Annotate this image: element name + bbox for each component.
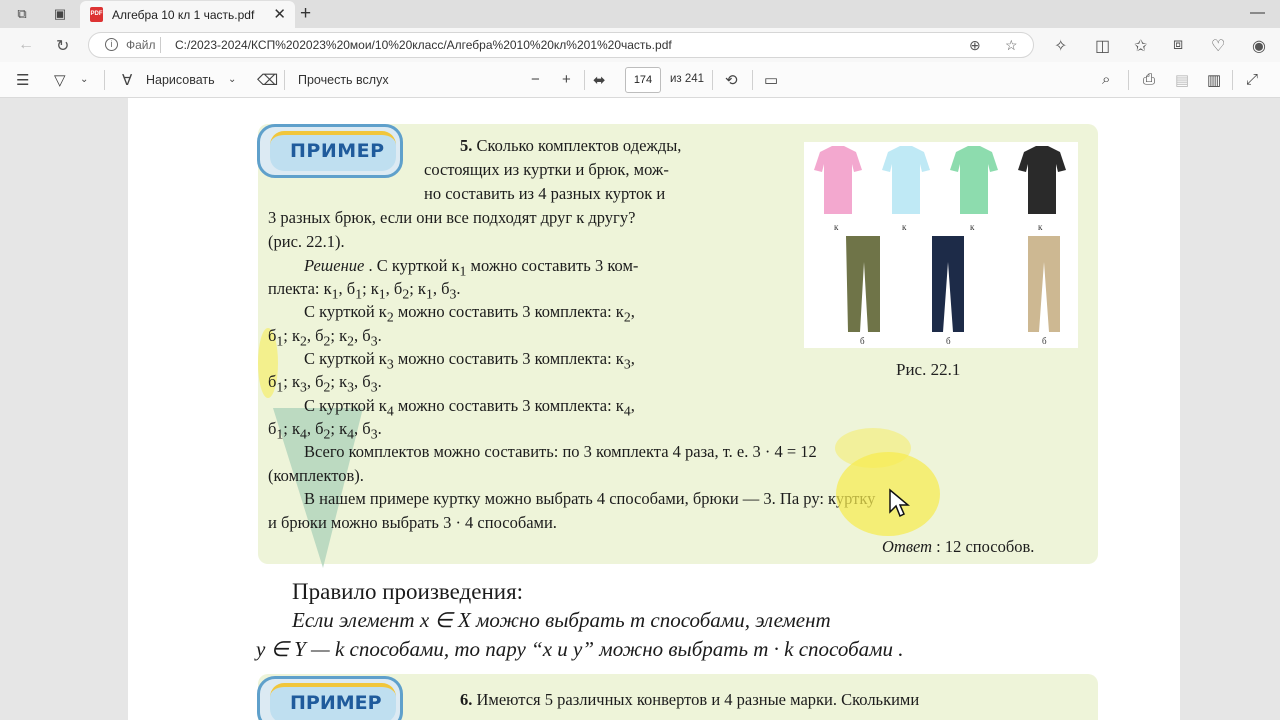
example-badge-6: ПРИМЕР	[257, 676, 403, 720]
address-bar[interactable]: i Файл C:/2023-2024/КСП%202023%20мои/10%…	[88, 32, 1034, 58]
figure-label-b3: б	[1042, 336, 1047, 346]
example-5-line: 5. Сколько комплектов одежды,	[460, 136, 682, 155]
favorite-star-icon[interactable]: ☆	[1005, 37, 1018, 54]
pdf-toolbar: ☰ ▽ ⌄ ∀ Нарисовать ⌄ ⌫ Прочесть вслух − …	[0, 62, 1280, 98]
shirt-lightblue-icon	[882, 146, 930, 214]
figure-22-1: к к к к б б б	[804, 142, 1078, 348]
total-pages-label: из 241	[670, 73, 705, 85]
example-6-text: 6. Имеются 5 различных конвертов и 4 раз…	[460, 690, 920, 709]
shirt-black-icon	[1018, 146, 1066, 214]
favorites-icon[interactable]: ✩	[1134, 36, 1147, 56]
example-5-line: плекта: к1, б1; к1, б2; к1, б3.	[268, 279, 461, 302]
trousers-beige-icon	[1028, 236, 1060, 332]
workspaces-icon[interactable]: ⧉	[14, 6, 30, 22]
example-5-line: С курткой к2 можно составить 3 комплекта…	[304, 302, 635, 325]
example-badge: ПРИМЕР	[257, 124, 403, 178]
print-icon[interactable]: ⎙	[1143, 71, 1155, 88]
contents-list-icon[interactable]: ☰	[16, 71, 29, 89]
example-5-line: 3 разных брюк, если они все подходят дру…	[268, 208, 636, 227]
example-5-line: С курткой к4 можно составить 3 комплекта…	[304, 396, 635, 419]
tab-close-button[interactable]: ✕	[273, 5, 286, 23]
rule-line-2: y ∈ Y — k способами, то пару “x и y” мож…	[256, 637, 904, 661]
rule-title: Правило произведения:	[292, 579, 524, 604]
minimize-button[interactable]: —	[1250, 4, 1265, 21]
example-5-line: Решение . С курткой к1 можно составить 3…	[304, 256, 639, 279]
clothes-illustration: к к к к б б б	[814, 146, 1066, 346]
pdf-file-icon: PDF	[90, 7, 103, 22]
shirt-pink-icon	[814, 146, 862, 214]
save-icon[interactable]: ▤	[1175, 71, 1189, 89]
rule-line-1: Если элемент x ∈ X можно выбрать m спосо…	[292, 608, 831, 632]
example-5-line: Всего комплектов можно составить: по 3 к…	[304, 442, 817, 461]
zoom-icon[interactable]: ⊕	[969, 37, 981, 54]
pdf-page: ПРИМЕР 5. Сколько комплектов одежды, сост…	[128, 98, 1180, 720]
toolbar-divider	[752, 70, 753, 90]
tab-actions-icon[interactable]: ▣	[52, 6, 68, 22]
address-bar-row: ← ↻ i Файл C:/2023-2024/КСП%202023%20мои…	[0, 28, 1280, 62]
browser-essentials-icon[interactable]: ♡	[1211, 36, 1225, 56]
rotate-icon[interactable]: ⟲	[725, 71, 738, 89]
example-5-line: Ответ : 12 способов.	[882, 537, 1035, 556]
tab-strip: ⧉ ▣ PDF Алгебра 10 кл 1 часть.pdf ✕ + —	[0, 0, 1280, 28]
tab-title: Алгебра 10 кл 1 часть.pdf	[112, 8, 255, 22]
trousers-olive-icon	[846, 236, 880, 332]
figure-caption: Рис. 22.1	[896, 360, 961, 379]
refresh-icon[interactable]: ↻	[56, 36, 69, 56]
trousers-navy-icon	[932, 236, 964, 332]
example-5-line: В нашем примере куртку можно выбрать 4 с…	[304, 489, 876, 508]
toolbar-divider	[1232, 70, 1233, 90]
page-view-icon[interactable]: ▭	[764, 71, 778, 89]
info-icon[interactable]: i	[105, 38, 118, 51]
new-tab-button[interactable]: +	[300, 3, 311, 25]
expand-icon[interactable]: ⤢	[1246, 71, 1258, 88]
zoom-in-button[interactable]: +	[562, 71, 571, 88]
draw-icon[interactable]: ∀	[122, 71, 132, 89]
fit-page-icon[interactable]: ⬌	[593, 71, 606, 89]
highlight-icon[interactable]: ▽	[54, 71, 66, 89]
figure-label-k3: к	[970, 222, 975, 232]
save-as-icon[interactable]: ▥	[1207, 71, 1221, 89]
toolbar-divider	[1128, 70, 1129, 90]
highlight-dropdown-icon[interactable]: ⌄	[80, 74, 88, 85]
zoom-out-button[interactable]: −	[531, 71, 540, 88]
address-divider	[160, 37, 161, 53]
shirt-mint-icon	[950, 146, 998, 214]
pdf-viewer[interactable]: ПРИМЕР 5. Сколько комплектов одежды, сост…	[0, 98, 1280, 720]
profile-avatar[interactable]: ◉	[1252, 36, 1266, 56]
figure-label-k1: к	[834, 222, 839, 232]
example-5-line: б1; к4, б2; к4, б3.	[268, 419, 382, 442]
tab-active-pdf[interactable]: PDF Алгебра 10 кл 1 часть.pdf ✕	[80, 1, 295, 28]
address-url[interactable]: C:/2023-2024/КСП%202023%20мои/10%20класс…	[175, 38, 672, 52]
figure-label-b2: б	[946, 336, 951, 346]
extensions-icon[interactable]: ✧	[1054, 36, 1067, 56]
figure-label-k2: к	[902, 222, 907, 232]
search-icon[interactable]: ⌕	[1102, 71, 1110, 88]
toolbar-divider	[284, 70, 285, 90]
toolbar-divider	[712, 70, 713, 90]
example-badge-label: ПРИМЕР	[290, 140, 385, 162]
split-screen-icon[interactable]: ◫	[1095, 36, 1110, 56]
figure-label-b1: б	[860, 336, 865, 346]
page-number-input[interactable]: 174	[625, 67, 661, 93]
eraser-icon[interactable]: ⌫	[257, 71, 278, 89]
example-5-line: (рис. 22.1).	[268, 232, 345, 251]
example-5-line: и брюки можно выбрать 3 · 4 способами.	[268, 513, 557, 532]
collections-icon[interactable]: ⧈	[1173, 36, 1183, 54]
back-arrow-icon[interactable]: ←	[18, 36, 34, 54]
mouse-cursor-icon	[889, 488, 910, 518]
read-aloud-button[interactable]: Прочесть вслух	[298, 73, 389, 87]
example-5-line: б1; к2, б2; к2, б3.	[268, 326, 382, 349]
example-5-line: состоящих из куртки и брюк, мож-	[424, 160, 669, 179]
example-5-line: но составить из 4 разных курток и	[424, 184, 666, 203]
file-scheme-label: Файл	[126, 38, 156, 52]
toolbar-divider	[104, 70, 105, 90]
figure-label-k4: к	[1038, 222, 1043, 232]
example-5-line: (комплектов).	[268, 466, 364, 485]
example-badge-label: ПРИМЕР	[290, 692, 382, 714]
draw-button[interactable]: Нарисовать	[146, 73, 215, 87]
toolbar-divider	[584, 70, 585, 90]
draw-dropdown-icon[interactable]: ⌄	[228, 74, 236, 85]
example-5-line: б1; к3, б2; к3, б3.	[268, 372, 382, 395]
example-5-line: С курткой к3 можно составить 3 комплекта…	[304, 349, 635, 372]
